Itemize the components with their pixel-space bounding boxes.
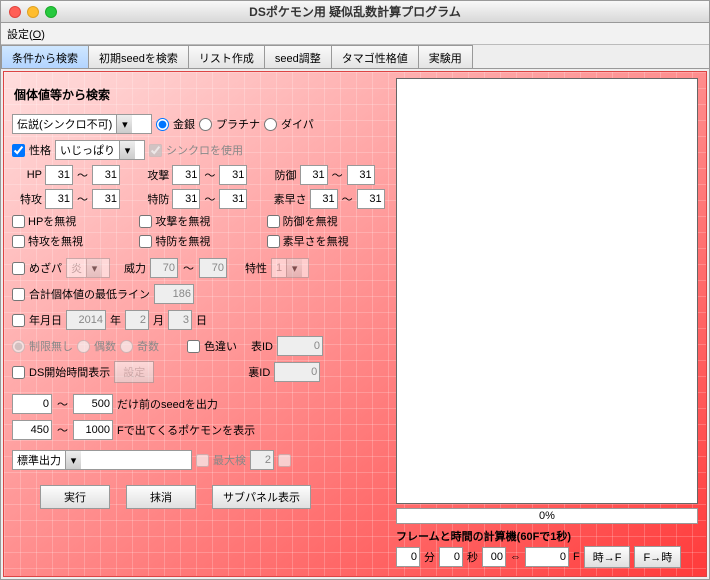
panel-heading: 個体値等から検索: [14, 86, 386, 103]
seed-range-lo[interactable]: [12, 394, 52, 414]
chevron-down-icon: ▾: [65, 451, 81, 469]
window-title: DSポケモン用 疑似乱数計算プログラム: [7, 3, 703, 20]
check-ignore-def[interactable]: [267, 215, 280, 228]
titlebar: DSポケモン用 疑似乱数計算プログラム: [1, 1, 709, 23]
tid-input: [277, 336, 323, 356]
label-nature: 性格: [29, 142, 51, 158]
fc-sub[interactable]: [482, 547, 506, 567]
menubar: 設定(O): [1, 23, 709, 45]
label-gs: 金銀: [173, 116, 195, 132]
zoom-icon[interactable]: [45, 6, 57, 18]
def-hi[interactable]: [347, 165, 375, 185]
hp-type-select: 炎 ▾: [66, 258, 110, 278]
radio-pt[interactable]: [199, 118, 212, 131]
label-pt: プラチナ: [216, 116, 260, 132]
date-day: [168, 310, 192, 330]
tab-egg-pid[interactable]: タマゴ性格値: [331, 45, 419, 68]
nature-select[interactable]: いじっぱり ▾: [55, 140, 145, 160]
check-nature[interactable]: [12, 144, 25, 157]
label-dp: ダイパ: [281, 116, 314, 132]
sid-input: [274, 362, 320, 382]
check-extra: [278, 454, 291, 467]
fc-min[interactable]: [396, 547, 420, 567]
frame-range-lo[interactable]: [12, 420, 52, 440]
label-synchro: シンクロを使用: [166, 142, 243, 158]
btn-frame-to-time[interactable]: F→時: [634, 546, 681, 568]
app-window: DSポケモン用 疑似乱数計算プログラム 設定(O) 条件から検索 初期seedを…: [0, 0, 710, 580]
tab-search-initial-seed[interactable]: 初期seedを検索: [88, 45, 189, 68]
hp-power-lo: [150, 258, 178, 278]
tab-list-create[interactable]: リスト作成: [188, 45, 265, 68]
ds-time-config-button: 設定: [114, 361, 154, 383]
hp-lo[interactable]: [45, 165, 73, 185]
spe-hi[interactable]: [357, 189, 385, 209]
check-ds-time[interactable]: [12, 366, 25, 379]
max-out-input: [250, 450, 274, 470]
tab-experimental[interactable]: 実験用: [418, 45, 473, 68]
frame-calc-title: フレームと時間の計算機(60Fで1秒): [396, 528, 698, 544]
chevron-down-icon: ▾: [119, 141, 135, 159]
output-textarea[interactable]: [396, 78, 698, 504]
atk-lo[interactable]: [172, 165, 200, 185]
tab-bar: 条件から検索 初期seedを検索 リスト作成 seed調整 タマゴ性格値 実験用: [1, 45, 709, 69]
check-ignore-atk[interactable]: [139, 215, 152, 228]
spd-lo[interactable]: [172, 189, 200, 209]
spa-lo[interactable]: [45, 189, 73, 209]
radio-parity-odd: [120, 340, 133, 353]
menu-settings[interactable]: 設定(O): [7, 26, 45, 42]
run-button[interactable]: 実行: [40, 485, 110, 509]
minimize-icon[interactable]: [27, 6, 39, 18]
radio-parity-even: [77, 340, 90, 353]
ability-select: 1 ▾: [271, 258, 309, 278]
check-date[interactable]: [12, 314, 25, 327]
left-panel: 個体値等から検索 伝説(シンクロ不可) ▾ 金銀 プラチナ ダイパ 性格 いじっ…: [8, 76, 392, 572]
tab-search-by-condition[interactable]: 条件から検索: [1, 45, 89, 68]
frame-range-hi[interactable]: [73, 420, 113, 440]
radio-dp[interactable]: [264, 118, 277, 131]
check-shiny[interactable]: [187, 340, 200, 353]
check-synchro: [149, 144, 162, 157]
chevron-down-icon: ▾: [116, 115, 132, 133]
arrows-icon: ⇔: [510, 551, 521, 563]
spa-hi[interactable]: [92, 189, 120, 209]
date-year: [66, 310, 106, 330]
close-icon[interactable]: [9, 6, 21, 18]
def-lo[interactable]: [300, 165, 328, 185]
main-panel: 個体値等から検索 伝説(シンクロ不可) ▾ 金銀 プラチナ ダイパ 性格 いじっ…: [3, 71, 707, 577]
radio-gs[interactable]: [156, 118, 169, 131]
output-mode-select[interactable]: 標準出力 ▾: [12, 450, 192, 470]
ignore-grid: HPを無視 攻撃を無視 防御を無視 特攻を無視 特防を無視 素早さを無視: [12, 213, 388, 249]
fc-sec[interactable]: [439, 547, 463, 567]
stat-grid: HP ～ 攻撃 ～ 防御 ～ 特攻 ～ 特防 ～ 素早さ ～: [12, 165, 388, 209]
atk-hi[interactable]: [219, 165, 247, 185]
radio-parity-none: [12, 340, 25, 353]
type-select[interactable]: 伝説(シンクロ不可) ▾: [12, 114, 152, 134]
spe-lo[interactable]: [310, 189, 338, 209]
check-min-iv-sum[interactable]: [12, 288, 25, 301]
check-ignore-spe[interactable]: [267, 235, 280, 248]
check-ignore-spd[interactable]: [139, 235, 152, 248]
check-max-out: [196, 454, 209, 467]
min-iv-sum-input: [154, 284, 194, 304]
date-month: [125, 310, 149, 330]
tab-seed-adjust[interactable]: seed調整: [264, 45, 332, 68]
spd-hi[interactable]: [219, 189, 247, 209]
subpanel-button[interactable]: サブパネル表示: [212, 485, 311, 509]
check-hp-type[interactable]: [12, 262, 25, 275]
progress-bar: 0%: [396, 508, 698, 524]
hp-hi[interactable]: [92, 165, 120, 185]
btn-time-to-frame[interactable]: 時→F: [584, 546, 631, 568]
clear-button[interactable]: 抹消: [126, 485, 196, 509]
check-ignore-spa[interactable]: [12, 235, 25, 248]
seed-range-hi[interactable]: [73, 394, 113, 414]
fc-frame[interactable]: [525, 547, 569, 567]
right-panel: 0% フレームと時間の計算機(60Fで1秒) 分 秒 ⇔ F 時→F F→時: [394, 76, 702, 572]
hp-power-hi: [199, 258, 227, 278]
check-ignore-hp[interactable]: [12, 215, 25, 228]
